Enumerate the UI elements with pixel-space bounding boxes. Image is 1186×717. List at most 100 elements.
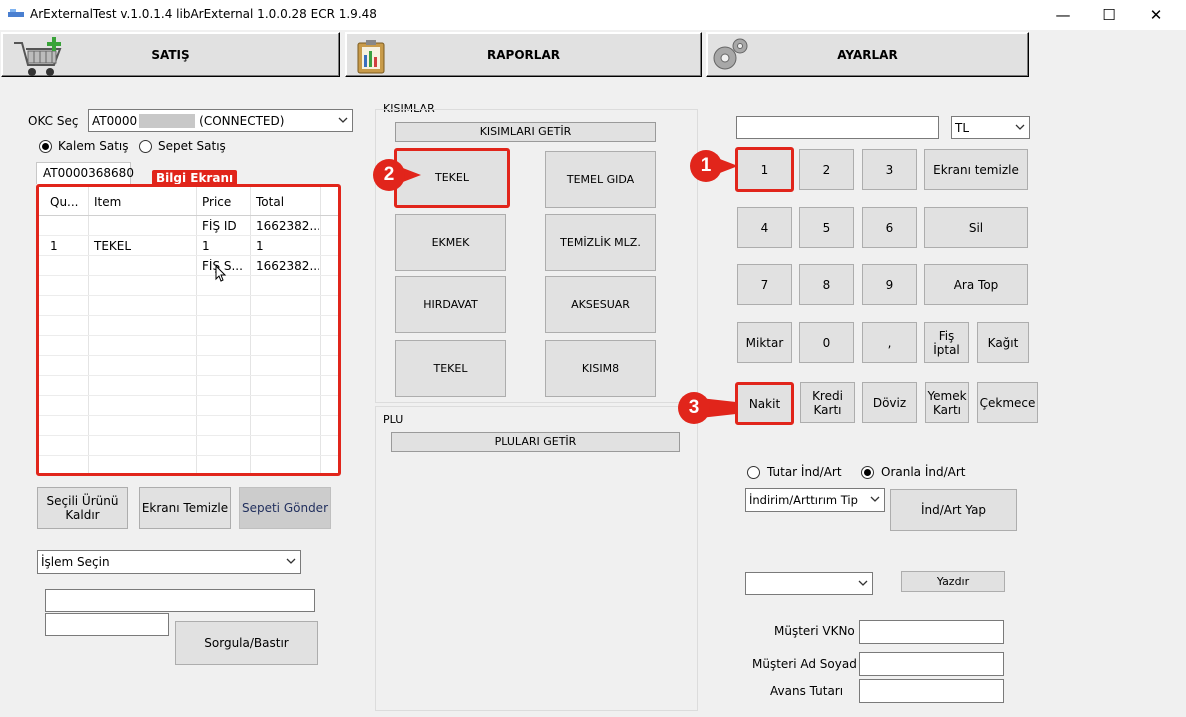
badge-number-2: 2 [373, 159, 405, 191]
query-input-2[interactable] [45, 613, 169, 636]
customer-vkno-input[interactable] [859, 620, 1004, 644]
annotation-badge-1: 1 [690, 150, 738, 182]
key-0-button[interactable]: 0 [799, 322, 854, 363]
okc-select[interactable]: AT0000 (CONNECTED) [88, 109, 353, 132]
annotation-badge-2: 2 [373, 159, 421, 191]
kisim-button-ekmek[interactable]: EKMEK [395, 214, 506, 271]
islem-select-value: İşlem Seçin [41, 555, 110, 569]
okc-label: OKC Seç [28, 114, 79, 128]
print-button[interactable]: Yazdır [901, 571, 1005, 592]
radio-tutar-ind-art[interactable] [747, 466, 760, 479]
key-1-button[interactable]: 1 [735, 147, 794, 192]
kisim-button-tekel-2[interactable]: TEKEL [395, 340, 506, 397]
query-input-1[interactable] [45, 589, 315, 612]
key-9-button[interactable]: 9 [862, 264, 917, 305]
badge-number-3: 3 [678, 392, 710, 424]
info-grid[interactable]: Qu... Item Price Total FİŞ ID 1662382...… [36, 184, 341, 476]
tab-satis-label: SATIŞ [151, 47, 190, 62]
cash-button[interactable]: Nakit [735, 382, 794, 425]
apply-discount-button[interactable]: İnd/Art Yap [890, 489, 1017, 531]
discount-type-value: İndirim/Arttırım Tip [749, 493, 858, 507]
drawer-button[interactable]: Çekmece [977, 382, 1038, 423]
comma-button[interactable]: , [862, 322, 917, 363]
chevron-down-icon [858, 580, 868, 586]
radio-dot [42, 143, 49, 150]
quantity-button[interactable]: Miktar [737, 322, 792, 363]
radio-kalem-satis[interactable] [39, 140, 52, 153]
grid-cell: 1662382... [256, 259, 319, 273]
advance-amount-label: Avans Tutarı [770, 684, 844, 698]
key-2-button[interactable]: 2 [799, 149, 854, 190]
radio-tutar-label: Tutar İnd/Art [767, 465, 842, 479]
foreign-currency-button[interactable]: Döviz [862, 382, 917, 423]
shopping-cart-icon [14, 37, 62, 76]
kisim-button-temizlik[interactable]: TEMİZLİK MLZ. [545, 214, 656, 271]
tab-raporlar[interactable]: RAPORLAR [345, 32, 702, 77]
title-bar: ArExternalTest v.1.0.1.4 libArExternal 1… [0, 0, 1186, 30]
clear-display-button[interactable]: Ekranı temizle [924, 149, 1028, 190]
kisimlari-getir-button[interactable]: KISIMLARI GETİR [395, 122, 656, 142]
tab-satis[interactable]: SATIŞ [1, 32, 340, 77]
paper-button[interactable]: Kağıt [977, 322, 1029, 363]
subtotal-button[interactable]: Ara Top [924, 264, 1028, 305]
chevron-down-icon [870, 496, 880, 502]
grid-header-price: Price [202, 195, 232, 209]
customer-vkno-label: Müşteri VKNo [774, 624, 855, 638]
discount-type-select[interactable]: İndirim/Arttırım Tip [745, 488, 885, 512]
delete-button[interactable]: Sil [924, 207, 1028, 248]
close-button[interactable]: ✕ [1133, 0, 1179, 30]
key-7-button[interactable]: 7 [737, 264, 792, 305]
grid-body: Qu... Item Price Total FİŞ ID 1662382...… [39, 187, 338, 473]
credit-card-button[interactable]: Kredi Kartı [800, 382, 855, 423]
fis-iptal-button[interactable]: Fiş İptal [924, 322, 969, 363]
key-6-button[interactable]: 6 [862, 207, 917, 248]
sorgula-button[interactable]: Sorgula/Bastır [175, 621, 318, 665]
tab-ayarlar-label: AYARLAR [837, 47, 898, 62]
radio-oranla-ind-art[interactable] [861, 466, 874, 479]
chevron-down-icon [286, 558, 296, 564]
customer-name-input[interactable] [859, 652, 1004, 676]
advance-amount-input[interactable] [859, 679, 1004, 703]
key-5-button[interactable]: 5 [799, 207, 854, 248]
grid-header-total: Total [256, 195, 285, 209]
annotation-badge-3: 3 [678, 392, 738, 424]
kisim-button-temel-gida[interactable]: TEMEL GIDA [545, 151, 656, 208]
grid-cell: 1 [202, 239, 210, 253]
okc-value-prefix: AT0000 [92, 113, 138, 128]
kisim-button-kisim8[interactable]: KISIM8 [545, 340, 656, 397]
radio-oranla-label: Oranla İnd/Art [881, 465, 966, 479]
mouse-cursor-icon [215, 265, 227, 282]
clear-screen-button[interactable]: Ekranı Temizle [139, 487, 231, 529]
gear-icon [713, 38, 748, 70]
send-basket-button[interactable]: Sepeti Gönder [239, 487, 331, 529]
tab-ayarlar[interactable]: AYARLAR [706, 32, 1029, 77]
grid-cell: 1 [50, 239, 58, 253]
okc-value-suffix: (CONNECTED) [199, 113, 285, 128]
okc-value-mask [139, 113, 196, 128]
radio-kalem-label: Kalem Satış [58, 139, 129, 153]
radio-sepet-satis[interactable] [139, 140, 152, 153]
plulari-getir-button[interactable]: PLULARI GETİR [391, 432, 680, 452]
key-4-button[interactable]: 4 [737, 207, 792, 248]
amount-display-input[interactable] [736, 116, 939, 139]
currency-select[interactable]: TL [951, 116, 1030, 139]
minimize-button[interactable]: — [1040, 0, 1086, 30]
grid-cell: 1662382... [256, 219, 319, 233]
islem-select[interactable]: İşlem Seçin [37, 550, 301, 574]
device-tab[interactable]: AT0000368680 [36, 162, 134, 184]
chevron-down-icon [338, 117, 348, 123]
report-icon [357, 40, 385, 74]
remove-selected-button[interactable]: Seçili Ürünü Kaldır [37, 487, 128, 529]
print-option-select[interactable] [745, 572, 873, 595]
kisim-button-hirdavat[interactable]: HIRDAVAT [395, 276, 506, 333]
grid-cell: TEKEL [94, 239, 132, 253]
radio-dot [864, 469, 871, 476]
kisim-button-aksesuar[interactable]: AKSESUAR [545, 276, 656, 333]
meal-card-button[interactable]: Yemek Kartı [925, 382, 969, 423]
key-8-button[interactable]: 8 [799, 264, 854, 305]
maximize-button[interactable]: ☐ [1086, 0, 1132, 30]
window-title: ArExternalTest v.1.0.1.4 libArExternal 1… [30, 7, 377, 21]
customer-name-label: Müşteri Ad Soyad [752, 657, 857, 671]
key-3-button[interactable]: 3 [862, 149, 917, 190]
tab-raporlar-label: RAPORLAR [487, 47, 560, 62]
